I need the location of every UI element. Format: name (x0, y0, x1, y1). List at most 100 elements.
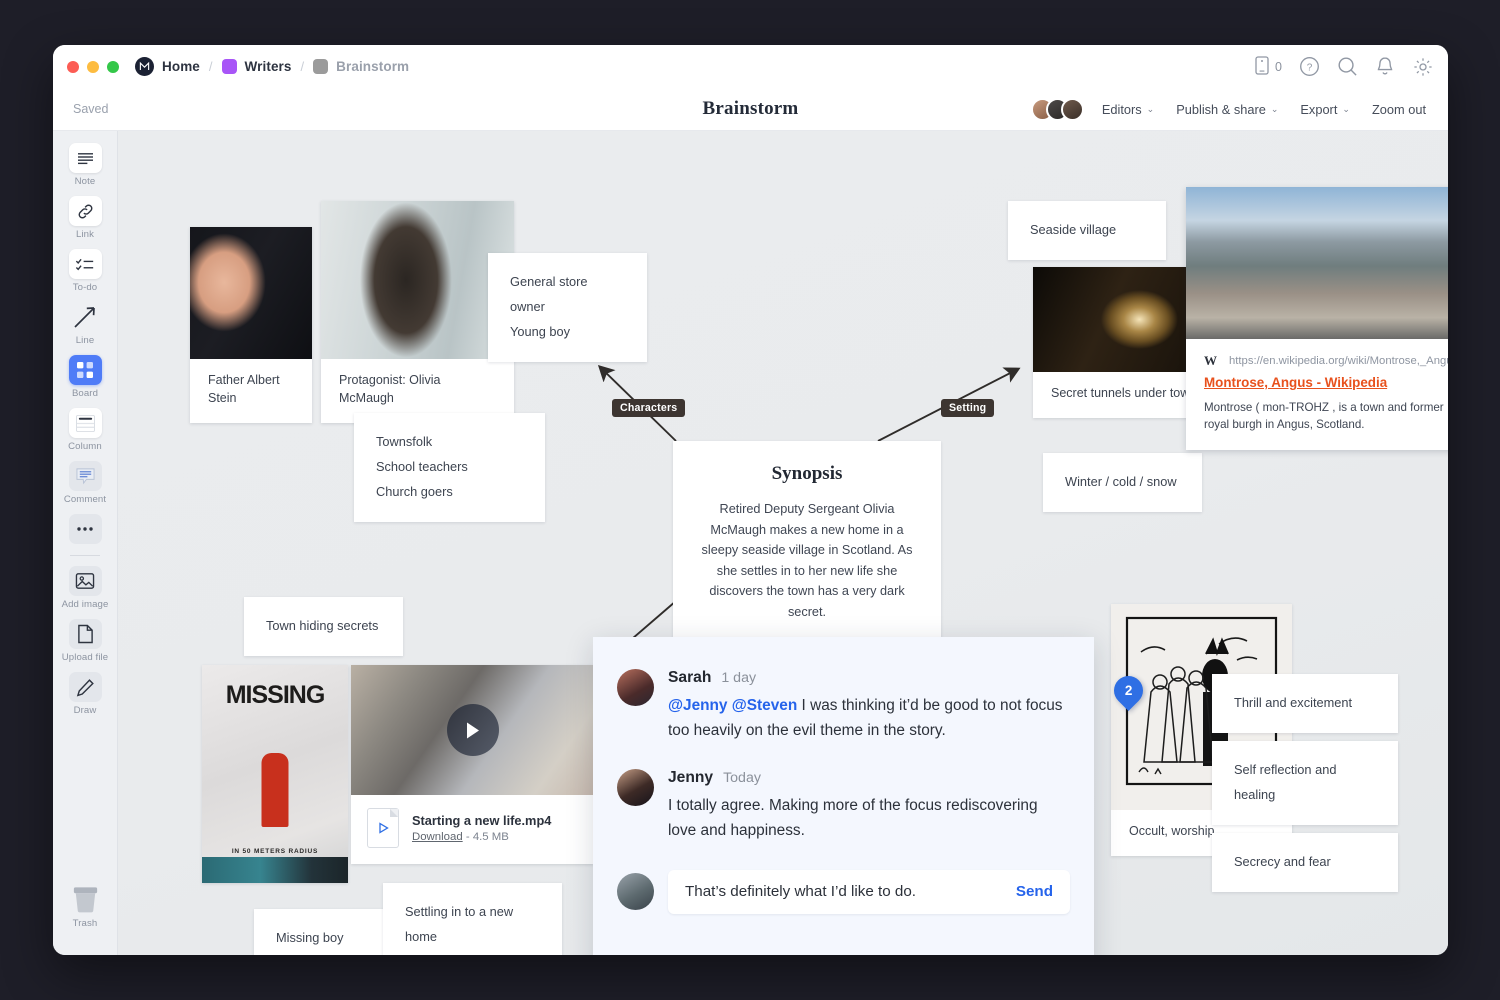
window-controls[interactable] (67, 61, 119, 73)
breadcrumb-label-writers: Writers (245, 59, 292, 74)
tool-line[interactable]: Line (53, 302, 118, 346)
play-button[interactable] (447, 704, 499, 756)
help-icon[interactable]: ? (1299, 56, 1320, 77)
breadcrumb-label-home: Home (162, 59, 200, 74)
note-card-thrill[interactable]: Thrill and excitement (1212, 674, 1398, 733)
note-card-store-owner[interactable]: General store owner Young boy (488, 253, 647, 362)
note-card-seaside-village[interactable]: Seaside village (1008, 201, 1166, 260)
video-file-icon (367, 808, 399, 848)
comment-input[interactable]: That’s definitely what I’d like to do. S… (668, 870, 1070, 914)
tool-add-image[interactable]: Add image (53, 566, 118, 610)
note-card-town-secrets[interactable]: Town hiding secrets (244, 597, 403, 656)
link-title[interactable]: Montrose, Angus - Wikipedia (1186, 369, 1448, 390)
tool-note[interactable]: Note (53, 143, 118, 187)
maximize-window-button[interactable] (107, 61, 119, 73)
breadcrumb-label-brainstorm: Brainstorm (336, 59, 409, 74)
note-line: Town hiding secrets (266, 614, 381, 639)
file-size: 4.5 MB (473, 831, 509, 843)
settings-gear-icon[interactable] (1412, 56, 1434, 78)
tool-more-options[interactable] (53, 514, 118, 544)
comment-panel[interactable]: Sarah 1 day @Jenny @Steven I was thinkin… (593, 637, 1094, 955)
tool-label: Note (75, 176, 96, 187)
breadcrumb-item-home[interactable]: Home (135, 57, 200, 76)
synopsis-card[interactable]: Synopsis Retired Deputy Sergeant Olivia … (673, 441, 941, 648)
montrose-photo (1186, 187, 1448, 339)
comment-composer: That’s definitely what I’d like to do. S… (593, 870, 1094, 914)
publish-share-label: Publish & share (1176, 102, 1266, 117)
breadcrumb-item-writers[interactable]: Writers (222, 59, 292, 74)
send-button[interactable]: Send (1016, 883, 1053, 900)
column-icon (69, 408, 102, 438)
minimize-window-button[interactable] (87, 61, 99, 73)
publish-share-menu[interactable]: Publish & share ⌄ (1176, 102, 1278, 117)
connector-label-characters: Characters (612, 399, 685, 417)
export-menu[interactable]: Export ⌄ (1300, 102, 1350, 117)
zoom-out-label: Zoom out (1372, 102, 1426, 117)
line-arrow-icon (69, 302, 102, 332)
file-meta: Starting a new life.mp4 Download - 4.5 M… (412, 813, 551, 843)
priest-photo (190, 227, 312, 359)
export-label: Export (1300, 102, 1337, 117)
size-separator: - (466, 831, 470, 843)
todo-icon (69, 249, 102, 279)
editors-menu[interactable]: Editors ⌄ (1102, 102, 1154, 117)
note-card-settling-in[interactable]: Settling in to a new home (383, 883, 562, 955)
editor-avatars[interactable] (1031, 98, 1076, 121)
breadcrumb-separator: / (209, 59, 213, 74)
file-attachment-row: Starting a new life.mp4 Download - 4.5 M… (351, 795, 594, 864)
synopsis-body: Retired Deputy Sergeant Olivia McMaugh m… (701, 499, 913, 622)
notifications-icon[interactable] (1375, 56, 1395, 77)
note-line: Church goers (376, 480, 523, 505)
document-toolbar: Saved Brainstorm Editors ⌄ Publish & sha… (53, 88, 1448, 131)
video-card[interactable]: Starting a new life.mp4 Download - 4.5 M… (351, 665, 594, 864)
breadcrumb-separator: / (301, 59, 305, 74)
mobile-devices-button[interactable]: 0 (1255, 56, 1282, 78)
tool-trash[interactable]: Trash (53, 885, 118, 929)
more-options-icon (69, 514, 102, 544)
note-card-winter[interactable]: Winter / cold / snow (1043, 453, 1202, 512)
image-card-olivia[interactable]: Protagonist: Olivia McMaugh (321, 201, 514, 423)
image-card-priest[interactable]: Father Albert Stein (190, 227, 312, 423)
file-sub: Download - 4.5 MB (412, 831, 551, 843)
app-window: Home / Writers / Brainstorm 0 ? (53, 45, 1448, 955)
comment-mentions[interactable]: @Jenny @Steven (668, 697, 797, 714)
tool-column[interactable]: Column (53, 408, 118, 452)
synopsis-title: Synopsis (701, 463, 913, 485)
tool-link[interactable]: Link (53, 196, 118, 240)
video-thumbnail (351, 665, 594, 795)
comment-author: Jenny (668, 769, 713, 787)
tool-todo[interactable]: To-do (53, 249, 118, 293)
wikipedia-favicon-icon: W (1204, 353, 1217, 369)
note-line: School teachers (376, 455, 523, 480)
image-card-caption: Father Albert Stein (190, 359, 312, 423)
zoom-out-button[interactable]: Zoom out (1372, 102, 1426, 117)
comment-author: Sarah (668, 669, 711, 687)
note-card-townsfolk[interactable]: Townsfolk School teachers Church goers (354, 413, 545, 522)
olivia-photo (321, 201, 514, 359)
app-logo-icon (135, 57, 154, 76)
svg-text:?: ? (1307, 63, 1313, 74)
comment-input-value[interactable]: That’s definitely what I’d like to do. (685, 883, 1016, 900)
note-line: Young boy (510, 320, 625, 345)
close-window-button[interactable] (67, 61, 79, 73)
tool-label: Link (76, 229, 94, 240)
titlebar-actions: 0 ? (1255, 56, 1434, 78)
tool-label: Trash (73, 918, 98, 929)
tool-draw[interactable]: Draw (53, 672, 118, 716)
tool-comment[interactable]: Comment (53, 461, 118, 505)
link-preview-card-wikipedia[interactable]: W https://en.wikipedia.org/wiki/Montrose… (1186, 187, 1448, 450)
breadcrumb-item-brainstorm[interactable]: Brainstorm (313, 59, 409, 74)
comment-time: Today (723, 770, 761, 786)
poster-ground (202, 857, 348, 883)
tool-board[interactable]: Board (53, 355, 118, 399)
download-link[interactable]: Download (412, 831, 463, 843)
search-icon[interactable] (1337, 56, 1358, 77)
note-card-secrecy[interactable]: Secrecy and fear (1212, 833, 1398, 892)
note-card-self-reflection[interactable]: Self reflection and healing (1212, 741, 1398, 825)
link-url: https://en.wikipedia.org/wiki/Montrose,_… (1229, 355, 1448, 367)
image-card-missing-poster[interactable]: MISSING IN 50 METERS RADIUS (202, 665, 348, 883)
tool-upload-file[interactable]: Upload file (53, 619, 118, 663)
poster-figure (262, 753, 289, 827)
chevron-down-icon: ⌄ (1271, 104, 1279, 115)
note-line: Winter / cold / snow (1065, 470, 1180, 495)
